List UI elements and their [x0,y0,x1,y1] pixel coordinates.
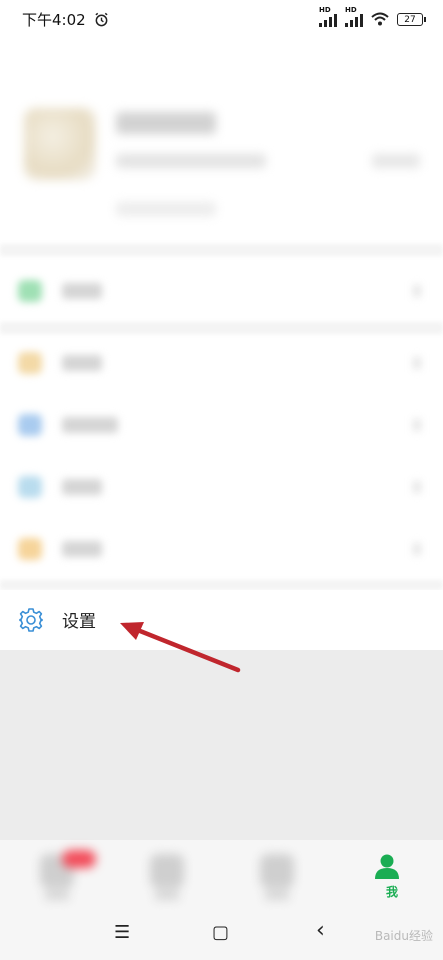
profile-id-blurred [116,154,266,168]
menu-item-label-blurred [62,479,102,495]
menu-item-icon [18,476,42,498]
status-bar: 下午4:02 HD HD 27 [0,0,443,38]
chevron-right-icon [413,543,421,555]
wifi-icon [371,12,389,26]
tab-contacts[interactable] [110,840,220,914]
alarm-clock-icon [95,12,108,26]
menu-item-label-blurred [62,283,102,299]
avatar [24,108,96,180]
watermark: Baidu经验 [374,929,433,943]
bottom-tab-bar: 我 [0,840,443,914]
profile-name-blurred [116,112,216,134]
tab-label-blurred [155,890,179,900]
menu-item-blurred[interactable] [0,518,443,580]
home-button[interactable]: ▢ [212,922,229,943]
sim1-hd-label: HD [319,6,331,14]
status-time: 下午4:02 [22,10,86,29]
tab-me-label: 我 [385,885,398,899]
menu-item-icon [18,414,42,436]
menu-item-icon [18,280,42,302]
menu-item-blurred[interactable] [0,260,443,322]
tab-label-blurred [45,890,69,900]
discover-icon [260,854,294,888]
section-divider [0,244,443,256]
system-nav-bar: ☰ ▢ ‹ Baidu经验 [0,914,443,960]
profile-status-blurred [116,202,216,216]
tab-label-blurred [265,890,289,900]
sim2-hd-label: HD [345,6,357,14]
chevron-right-icon [413,419,421,431]
battery-icon: 27 [397,12,426,26]
section-divider [0,580,443,590]
gear-icon [19,608,43,632]
menu-item-blurred[interactable] [0,456,443,518]
contacts-icon [150,854,184,888]
signal-strength-icon: HD [345,6,363,27]
back-button[interactable]: ‹ [316,918,325,943]
menu-item-blurred[interactable] [0,332,443,394]
qr-code-blurred [372,154,420,168]
tab-discover[interactable] [220,840,330,914]
chevron-right-icon [413,357,421,369]
signal-strength-icon: HD [319,6,337,27]
person-icon [375,854,399,879]
annotation-arrow [120,622,241,673]
profile-header-blurred [0,80,443,240]
menu-item-icon [18,538,42,560]
menu-item-blurred[interactable] [0,394,443,456]
settings-label: 设置 [62,612,96,632]
chevron-right-icon [413,481,421,493]
chevron-right-icon [413,285,421,297]
menu-item-label-blurred [62,541,102,557]
unread-badge [62,850,96,868]
menu-item-icon [18,352,42,374]
tab-chats[interactable] [0,840,110,914]
recent-apps-button[interactable]: ☰ [114,922,130,943]
menu-item-label-blurred [62,417,118,433]
menu-item-label-blurred [62,355,102,371]
tab-me[interactable]: 我 [337,840,443,914]
